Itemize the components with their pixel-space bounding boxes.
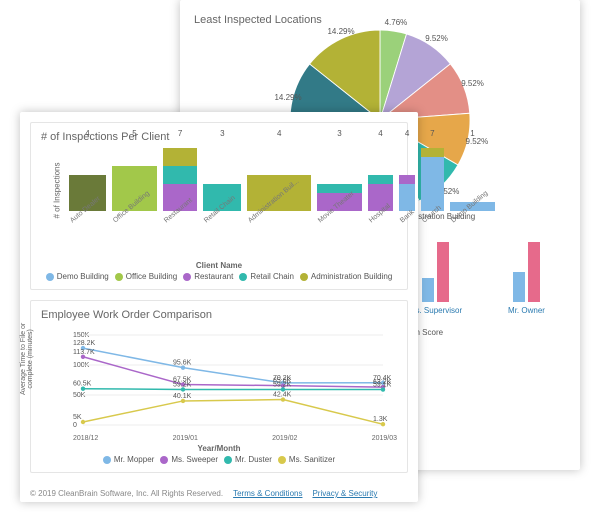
- bar-segment: [163, 148, 197, 166]
- bar-column: 7Church: [421, 139, 444, 239]
- dashboard-panel-front: # of Inspections Per Client # of Inspect…: [20, 112, 418, 502]
- bar-value-label: 7: [163, 129, 197, 138]
- svg-text:1.3K: 1.3K: [373, 416, 388, 423]
- bar-segment: [399, 175, 415, 184]
- line-xtick: 2019/03: [372, 435, 397, 442]
- legend-item: Office Building: [115, 272, 177, 281]
- bar-value-label: 4: [247, 129, 311, 138]
- bar-legend: Demo Building Office Building Restaurant Re…: [41, 272, 397, 281]
- svg-text:59.2K: 59.2K: [173, 381, 192, 388]
- line-ylabel: Average Time to File or complete (minute…: [20, 323, 34, 395]
- svg-text:59.2K: 59.2K: [273, 381, 292, 388]
- line-legend: Mr. Mopper Ms. Sweeper Mr. Duster Ms. Sanit…: [41, 455, 397, 464]
- bar-segment: [163, 166, 197, 184]
- footer: © 2019 CleanBrain Software, Inc. All Rig…: [20, 489, 418, 498]
- bar-value-label: 4: [399, 129, 415, 138]
- bar-column: 4Administration Buil...: [247, 139, 311, 239]
- legend-item: Ms. Sanitizer: [278, 455, 335, 464]
- bar-segment: [528, 242, 540, 302]
- line-xtick: 2019/02: [272, 435, 297, 442]
- bar-value-label: 4: [368, 129, 393, 138]
- pie-slice-label: 9.52%: [461, 79, 484, 88]
- bar-column: 3Movie Theater: [317, 139, 362, 239]
- svg-text:40.1K: 40.1K: [173, 393, 192, 400]
- svg-text:95.6K: 95.6K: [173, 360, 192, 367]
- svg-text:5K: 5K: [73, 414, 82, 421]
- bar-segment: [399, 184, 415, 211]
- line-xlabel-title: Year/Month: [41, 444, 397, 453]
- bar-value-label: 4: [69, 129, 106, 138]
- bar-segment: [422, 278, 434, 302]
- bar-value-label: 3: [203, 129, 241, 138]
- pie-slice-label: 4.76%: [385, 18, 408, 27]
- line-xtick: 2019/01: [173, 435, 198, 442]
- svg-text:59.1K: 59.1K: [373, 382, 392, 389]
- bar-value-label: 5: [112, 129, 157, 138]
- bar-chart: 4Auto Dealer5Office Building7Restaurant3…: [69, 147, 393, 239]
- legend-item: Administration Building: [300, 272, 392, 281]
- privacy-link[interactable]: Privacy & Security: [312, 489, 377, 498]
- svg-text:128.2K: 128.2K: [73, 340, 96, 347]
- pie-chart-title: Least Inspected Locations: [194, 14, 566, 26]
- bar-segment: [513, 272, 525, 302]
- svg-text:0: 0: [73, 422, 77, 429]
- bar-column: 1Demo Building: [450, 139, 496, 239]
- bar-value-label: 3: [317, 129, 362, 138]
- bar-ylabel: # of Inspections: [53, 163, 62, 219]
- bar-column: 4Auto Dealer: [69, 139, 106, 239]
- copyright-text: © 2019 CleanBrain Software, Inc. All Rig…: [30, 489, 223, 498]
- terms-link[interactable]: Terms & Conditions: [233, 489, 302, 498]
- bar-segment: [421, 148, 444, 157]
- pie-slice-label: 9.52%: [425, 34, 448, 43]
- pie-slice-label: 14.29%: [327, 27, 354, 36]
- line-xtick: 2018/12: [73, 435, 98, 442]
- legend-item: Restaurant: [183, 272, 233, 281]
- bar-segment: [368, 175, 393, 184]
- bar-value-label: 7: [421, 129, 444, 138]
- bar-value-label: 1: [450, 129, 496, 138]
- bar-column: 3Retail Chain: [203, 139, 241, 239]
- legend-item: Demo Building: [46, 272, 109, 281]
- bar-column: 4Hospital: [368, 139, 393, 239]
- legend-item: Mr. Duster: [224, 455, 272, 464]
- bar-xlabel: Client Name: [41, 261, 397, 270]
- bar-segment: [437, 242, 449, 302]
- svg-text:42.4K: 42.4K: [273, 392, 292, 399]
- bar-column: 7Restaurant: [163, 139, 197, 239]
- pie-slice-label: 14.29%: [274, 93, 301, 102]
- bar-column: 5Office Building: [112, 139, 157, 239]
- svg-text:60.5K: 60.5K: [73, 381, 92, 388]
- inspector-bar-group: Mr. Owner: [487, 242, 566, 315]
- inspector-cat-label: Mr. Owner: [508, 306, 545, 315]
- bar-column: 4Bank: [399, 139, 415, 239]
- bar-segment: [317, 184, 362, 193]
- legend-item: Retail Chain: [239, 272, 294, 281]
- bar-segment: [421, 157, 444, 211]
- line-chart-title: Employee Work Order Comparison: [41, 309, 397, 321]
- line-xlabels: 2018/12 2019/01 2019/02 2019/03: [73, 435, 397, 442]
- bar-chart-card: # of Inspections Per Client # of Inspect…: [30, 122, 408, 290]
- legend-item: Ms. Sweeper: [160, 455, 218, 464]
- legend-item: Mr. Mopper: [103, 455, 154, 464]
- line-chart: 050K100K150K128.2K95.6K70.2K70.4K113.7K6…: [73, 325, 393, 435]
- svg-text:113.7K: 113.7K: [73, 349, 95, 356]
- line-chart-card: Employee Work Order Comparison Average T…: [30, 300, 408, 473]
